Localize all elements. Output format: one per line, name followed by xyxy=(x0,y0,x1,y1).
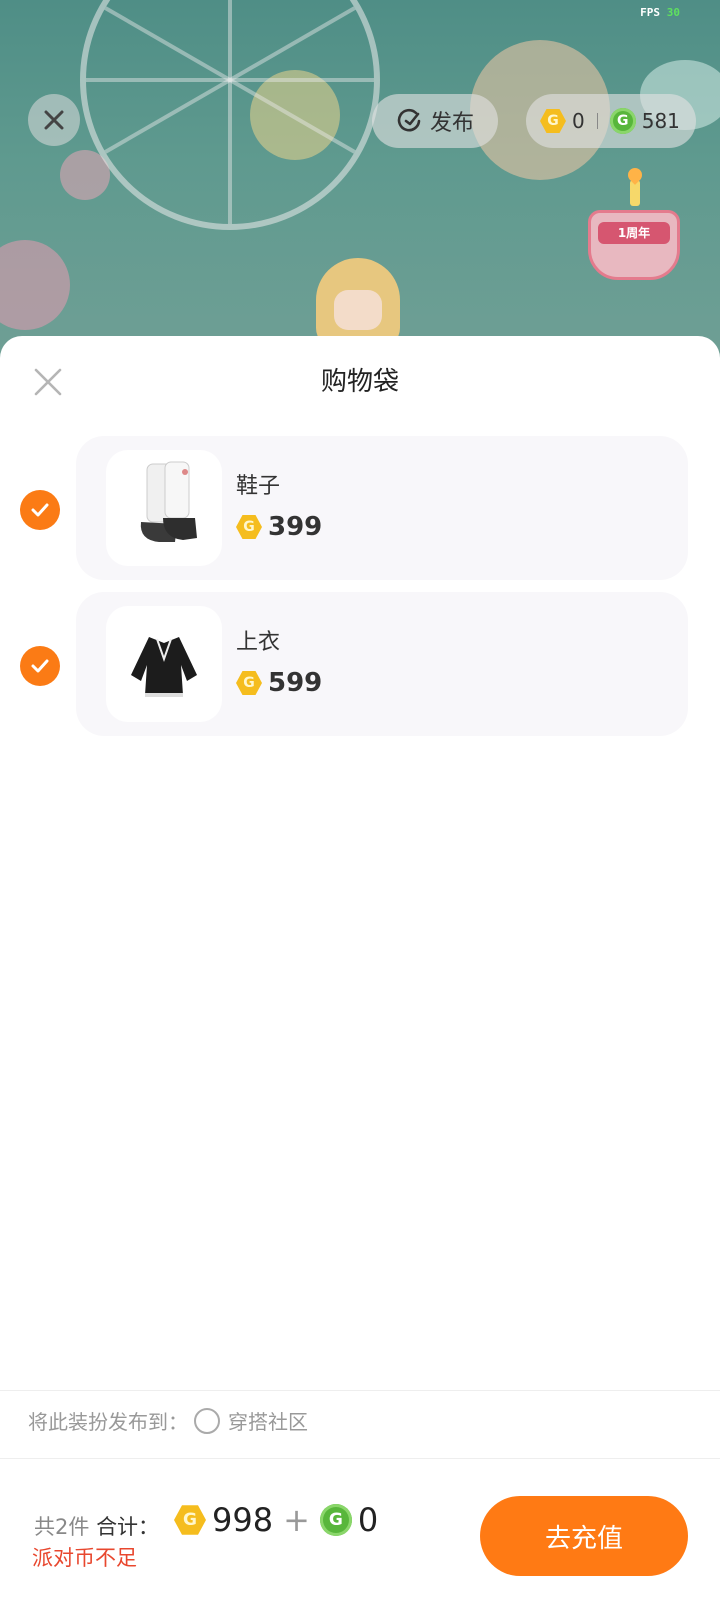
plus-sign: + xyxy=(283,1501,310,1539)
publish-label: 发布 xyxy=(429,111,474,136)
party-coin-icon: G xyxy=(236,515,262,539)
ferris-wheel xyxy=(80,0,380,230)
sheet-title: 购物袋 xyxy=(320,367,399,397)
item-thumbnail xyxy=(106,450,222,566)
total-price: G 998 + G 0 xyxy=(174,1501,378,1539)
scene-close-button[interactable] xyxy=(28,94,80,146)
wallet-balance[interactable]: G 0 G 581 xyxy=(526,94,696,148)
balloon-pink xyxy=(0,240,70,330)
gold-total: 998 xyxy=(212,1501,274,1539)
total-label: 合计： xyxy=(96,1515,160,1539)
item-name: 鞋子 xyxy=(236,474,281,499)
item-checkbox[interactable] xyxy=(20,490,60,530)
fps-value: 30 xyxy=(666,6,680,19)
close-icon xyxy=(44,110,64,130)
item-price: G 399 xyxy=(236,512,322,542)
checkmark-icon xyxy=(31,503,49,517)
cart-item[interactable]: 上衣 G 599 xyxy=(76,592,688,736)
item-price: G 599 xyxy=(236,668,322,698)
green-coin-icon: G xyxy=(609,108,636,134)
green-balance: 581 xyxy=(641,109,680,133)
item-count: 共2件 xyxy=(34,1515,90,1539)
green-total: 0 xyxy=(357,1501,379,1539)
divider xyxy=(0,1390,720,1391)
item-thumbnail xyxy=(106,606,222,722)
community-radio[interactable] xyxy=(194,1407,220,1434)
publish-button[interactable]: 发布 xyxy=(372,94,498,148)
checkmark-icon xyxy=(31,659,49,673)
balance-divider xyxy=(596,113,598,129)
cart-item[interactable]: 鞋子 G 399 xyxy=(76,436,688,580)
avatar-character-face xyxy=(334,290,382,330)
item-name: 上衣 xyxy=(236,630,281,655)
insufficient-coins-warning: 派对币不足 xyxy=(32,1546,137,1570)
shoes-image xyxy=(140,461,197,542)
cake-flame xyxy=(625,165,645,185)
divider xyxy=(0,1458,720,1459)
recharge-button[interactable]: 去充值 xyxy=(480,1496,688,1576)
jacket-image xyxy=(131,637,197,697)
order-count: 共2件 合计： xyxy=(34,1511,159,1541)
fps-label: FPS xyxy=(640,6,660,19)
publish-to-label: 将此装扮发布到： xyxy=(28,1410,188,1434)
publish-icon xyxy=(397,108,421,132)
party-coin-icon: G xyxy=(540,109,566,133)
item-price-value: 599 xyxy=(268,668,323,698)
anniversary-cake xyxy=(588,210,680,280)
party-coin-icon: G xyxy=(236,671,262,695)
shopping-bag-sheet: 购物袋 鞋子 G 399 上衣 G 599 将此装扮发布到： 穿搭社区 共2件 … xyxy=(0,336,720,1612)
item-checkbox[interactable] xyxy=(20,646,60,686)
game-scene-background: 1周年 xyxy=(0,0,720,360)
gold-balance: 0 xyxy=(572,109,585,133)
item-price-value: 399 xyxy=(268,512,323,542)
community-option-label[interactable]: 穿搭社区 xyxy=(228,1406,308,1435)
green-coin-icon: G xyxy=(319,1504,352,1536)
publish-to-row: 将此装扮发布到： 穿搭社区 xyxy=(28,1406,308,1435)
cake-label: 1周年 xyxy=(598,222,670,244)
party-coin-icon: G xyxy=(174,1505,206,1535)
